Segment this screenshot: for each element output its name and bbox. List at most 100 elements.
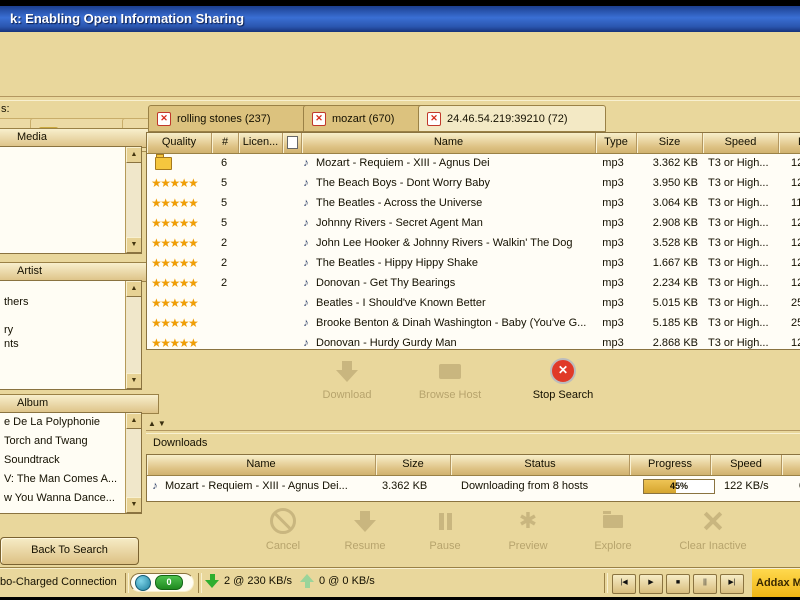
result-row[interactable]: ★★★★★ Donovan - Hurdy Gurdy Man mp3 2.86… bbox=[147, 333, 800, 349]
pause-button[interactable]: Pause bbox=[400, 505, 490, 552]
status-cell: Downloading from 8 hosts bbox=[456, 476, 639, 496]
panel-header-media[interactable]: Media bbox=[0, 128, 159, 148]
artist-scrollbar[interactable]: ▲ ▼ bbox=[125, 281, 141, 389]
share-count-badge: 0 bbox=[155, 575, 183, 590]
name-cell: Brooke Benton & Dinah Washington - Baby … bbox=[298, 313, 593, 333]
search-tab-ip-browse[interactable]: 24.46.54.219:39210 (72) bbox=[418, 105, 606, 132]
panel-header-album[interactable]: Album bbox=[0, 394, 159, 414]
artist-listbox[interactable]: thers ry nts ▲ ▼ bbox=[0, 280, 142, 390]
column-header-status[interactable]: Status bbox=[451, 455, 630, 475]
speed-cell: T3 or High... bbox=[703, 253, 783, 273]
result-row[interactable]: ★★★★★ Brooke Benton & Dinah Washington -… bbox=[147, 313, 800, 333]
license-cell bbox=[237, 173, 280, 193]
downloads-section-title: Downloads bbox=[153, 437, 207, 449]
scroll-up-icon[interactable]: ▲ bbox=[126, 413, 142, 429]
scroll-down-icon[interactable]: ▼ bbox=[126, 497, 142, 513]
download-row[interactable]: Mozart - Requiem - XIII - Agnus Dei... 3… bbox=[147, 476, 800, 496]
bitrate-cell: 256 bbox=[783, 293, 800, 313]
quality-cell: ★★★★★ bbox=[147, 273, 211, 293]
audio-file-icon bbox=[300, 153, 312, 173]
scroll-down-icon[interactable]: ▼ bbox=[126, 237, 142, 253]
list-item[interactable] bbox=[0, 281, 128, 295]
back-to-search-button[interactable]: Back To Search bbox=[0, 537, 139, 565]
stop-search-button[interactable]: Stop Search bbox=[513, 356, 613, 401]
search-tab-rolling-stones[interactable]: rolling stones (237) bbox=[148, 105, 318, 132]
next-track-button[interactable]: ▶| bbox=[720, 574, 744, 594]
list-item[interactable]: nts bbox=[0, 337, 128, 351]
column-header-speed[interactable]: Speed bbox=[711, 455, 782, 475]
column-header-count[interactable]: # bbox=[212, 133, 239, 153]
result-row[interactable]: ★★★★★ 5 The Beach Boys - Dont Worry Baby… bbox=[147, 173, 800, 193]
previous-track-button[interactable]: |◀ bbox=[612, 574, 636, 594]
column-header-bitrate[interactable]: Bit... bbox=[779, 133, 800, 153]
pause-playback-button[interactable]: || bbox=[693, 574, 717, 594]
result-row[interactable]: ★★★★★ Beatles - I Should've Known Better… bbox=[147, 293, 800, 313]
close-tab-icon[interactable] bbox=[427, 112, 441, 126]
media-player-controls: |◀ ▶ ■ || ▶| bbox=[612, 574, 744, 594]
hit-count-cell: 2 bbox=[211, 273, 237, 293]
cancel-button[interactable]: Cancel bbox=[238, 505, 328, 552]
column-header-type[interactable]: Type bbox=[596, 133, 637, 153]
column-header-license[interactable]: Licen... bbox=[239, 133, 283, 153]
browse-host-button[interactable]: Browse Host bbox=[400, 356, 500, 401]
close-tab-icon[interactable] bbox=[157, 112, 171, 126]
title-bar[interactable]: k: Enabling Open Information Sharing bbox=[0, 6, 800, 32]
up-arrow-icon bbox=[300, 574, 314, 588]
explore-button[interactable]: Explore bbox=[568, 505, 658, 552]
download-button[interactable]: Download bbox=[297, 356, 397, 401]
stop-button[interactable]: ■ bbox=[666, 574, 690, 594]
clear-inactive-button[interactable]: Clear Inactive bbox=[663, 505, 763, 552]
column-header-progress[interactable]: Progress bbox=[630, 455, 711, 475]
hit-count-cell: 6 bbox=[211, 153, 237, 173]
scroll-up-icon[interactable]: ▲ bbox=[126, 281, 142, 297]
license-cell bbox=[237, 293, 280, 313]
album-scrollbar[interactable]: ▲ ▼ bbox=[125, 413, 141, 513]
result-row[interactable]: 6 Mozart - Requiem - XIII - Agnus Dei mp… bbox=[147, 153, 800, 173]
result-row[interactable]: ★★★★★ 5 The Beatles - Across the Univers… bbox=[147, 193, 800, 213]
column-header-name[interactable]: Name bbox=[147, 455, 376, 475]
album-listbox[interactable]: e De La Polyphonie Torch and Twang Sound… bbox=[0, 412, 142, 514]
media-listbox[interactable]: ▲ ▼ bbox=[0, 146, 142, 254]
media-scrollbar[interactable]: ▲ ▼ bbox=[125, 147, 141, 253]
result-row[interactable]: ★★★★★ 5 Johnny Rivers - Secret Agent Man… bbox=[147, 213, 800, 233]
result-row[interactable]: ★★★★★ 2 John Lee Hooker & Johnny Rivers … bbox=[147, 233, 800, 253]
size-cell: 3.950 KB bbox=[633, 173, 703, 193]
scroll-down-icon[interactable]: ▼ bbox=[126, 373, 142, 389]
bitrate-cell: 128 bbox=[783, 253, 800, 273]
list-item[interactable] bbox=[0, 309, 128, 323]
column-header-size[interactable]: Size bbox=[376, 455, 451, 475]
panel-header-artist[interactable]: Artist bbox=[0, 262, 159, 282]
column-header-speed[interactable]: Speed bbox=[703, 133, 779, 153]
list-item[interactable]: w You Wanna Dance... bbox=[0, 489, 128, 508]
play-button[interactable]: ▶ bbox=[639, 574, 663, 594]
result-name: Mozart - Requiem - XIII - Agnus Dei bbox=[316, 153, 490, 173]
column-header-time[interactable] bbox=[782, 455, 800, 475]
list-item[interactable]: V: The Man Comes A... bbox=[0, 470, 128, 489]
list-item[interactable]: ry bbox=[0, 323, 128, 337]
list-item[interactable]: Torch and Twang bbox=[0, 432, 128, 451]
list-item[interactable]: Soundtrack bbox=[0, 451, 128, 470]
speed-cell: T3 or High... bbox=[703, 193, 783, 213]
result-row[interactable]: ★★★★★ 2 The Beatles - Hippy Hippy Shake … bbox=[147, 253, 800, 273]
search-tab-mozart[interactable]: mozart (670) bbox=[303, 105, 433, 132]
preview-button[interactable]: Preview bbox=[483, 505, 573, 552]
resume-button[interactable]: Resume bbox=[320, 505, 410, 552]
column-header-chat[interactable] bbox=[283, 133, 302, 153]
name-cell: The Beatles - Across the Universe bbox=[298, 193, 593, 213]
license-cell bbox=[237, 313, 280, 333]
scroll-up-icon[interactable]: ▲ bbox=[126, 147, 142, 163]
quality-cell bbox=[147, 153, 211, 173]
audio-file-icon bbox=[300, 193, 312, 213]
list-item[interactable]: thers bbox=[0, 295, 128, 309]
splitter-handle[interactable]: ▲▼ bbox=[148, 419, 168, 428]
chat-cell bbox=[280, 253, 298, 273]
list-item[interactable]: e De La Polyphonie bbox=[0, 413, 128, 432]
column-header-quality[interactable]: Quality bbox=[147, 133, 212, 153]
column-header-size[interactable]: Size bbox=[637, 133, 703, 153]
result-row[interactable]: ★★★★★ 2 Donovan - Get Thy Bearings mp3 2… bbox=[147, 273, 800, 293]
column-header-name[interactable]: Name bbox=[302, 133, 596, 153]
close-tab-icon[interactable] bbox=[312, 112, 326, 126]
chat-cell bbox=[280, 173, 298, 193]
divider bbox=[604, 573, 608, 593]
cancel-icon bbox=[270, 508, 296, 534]
